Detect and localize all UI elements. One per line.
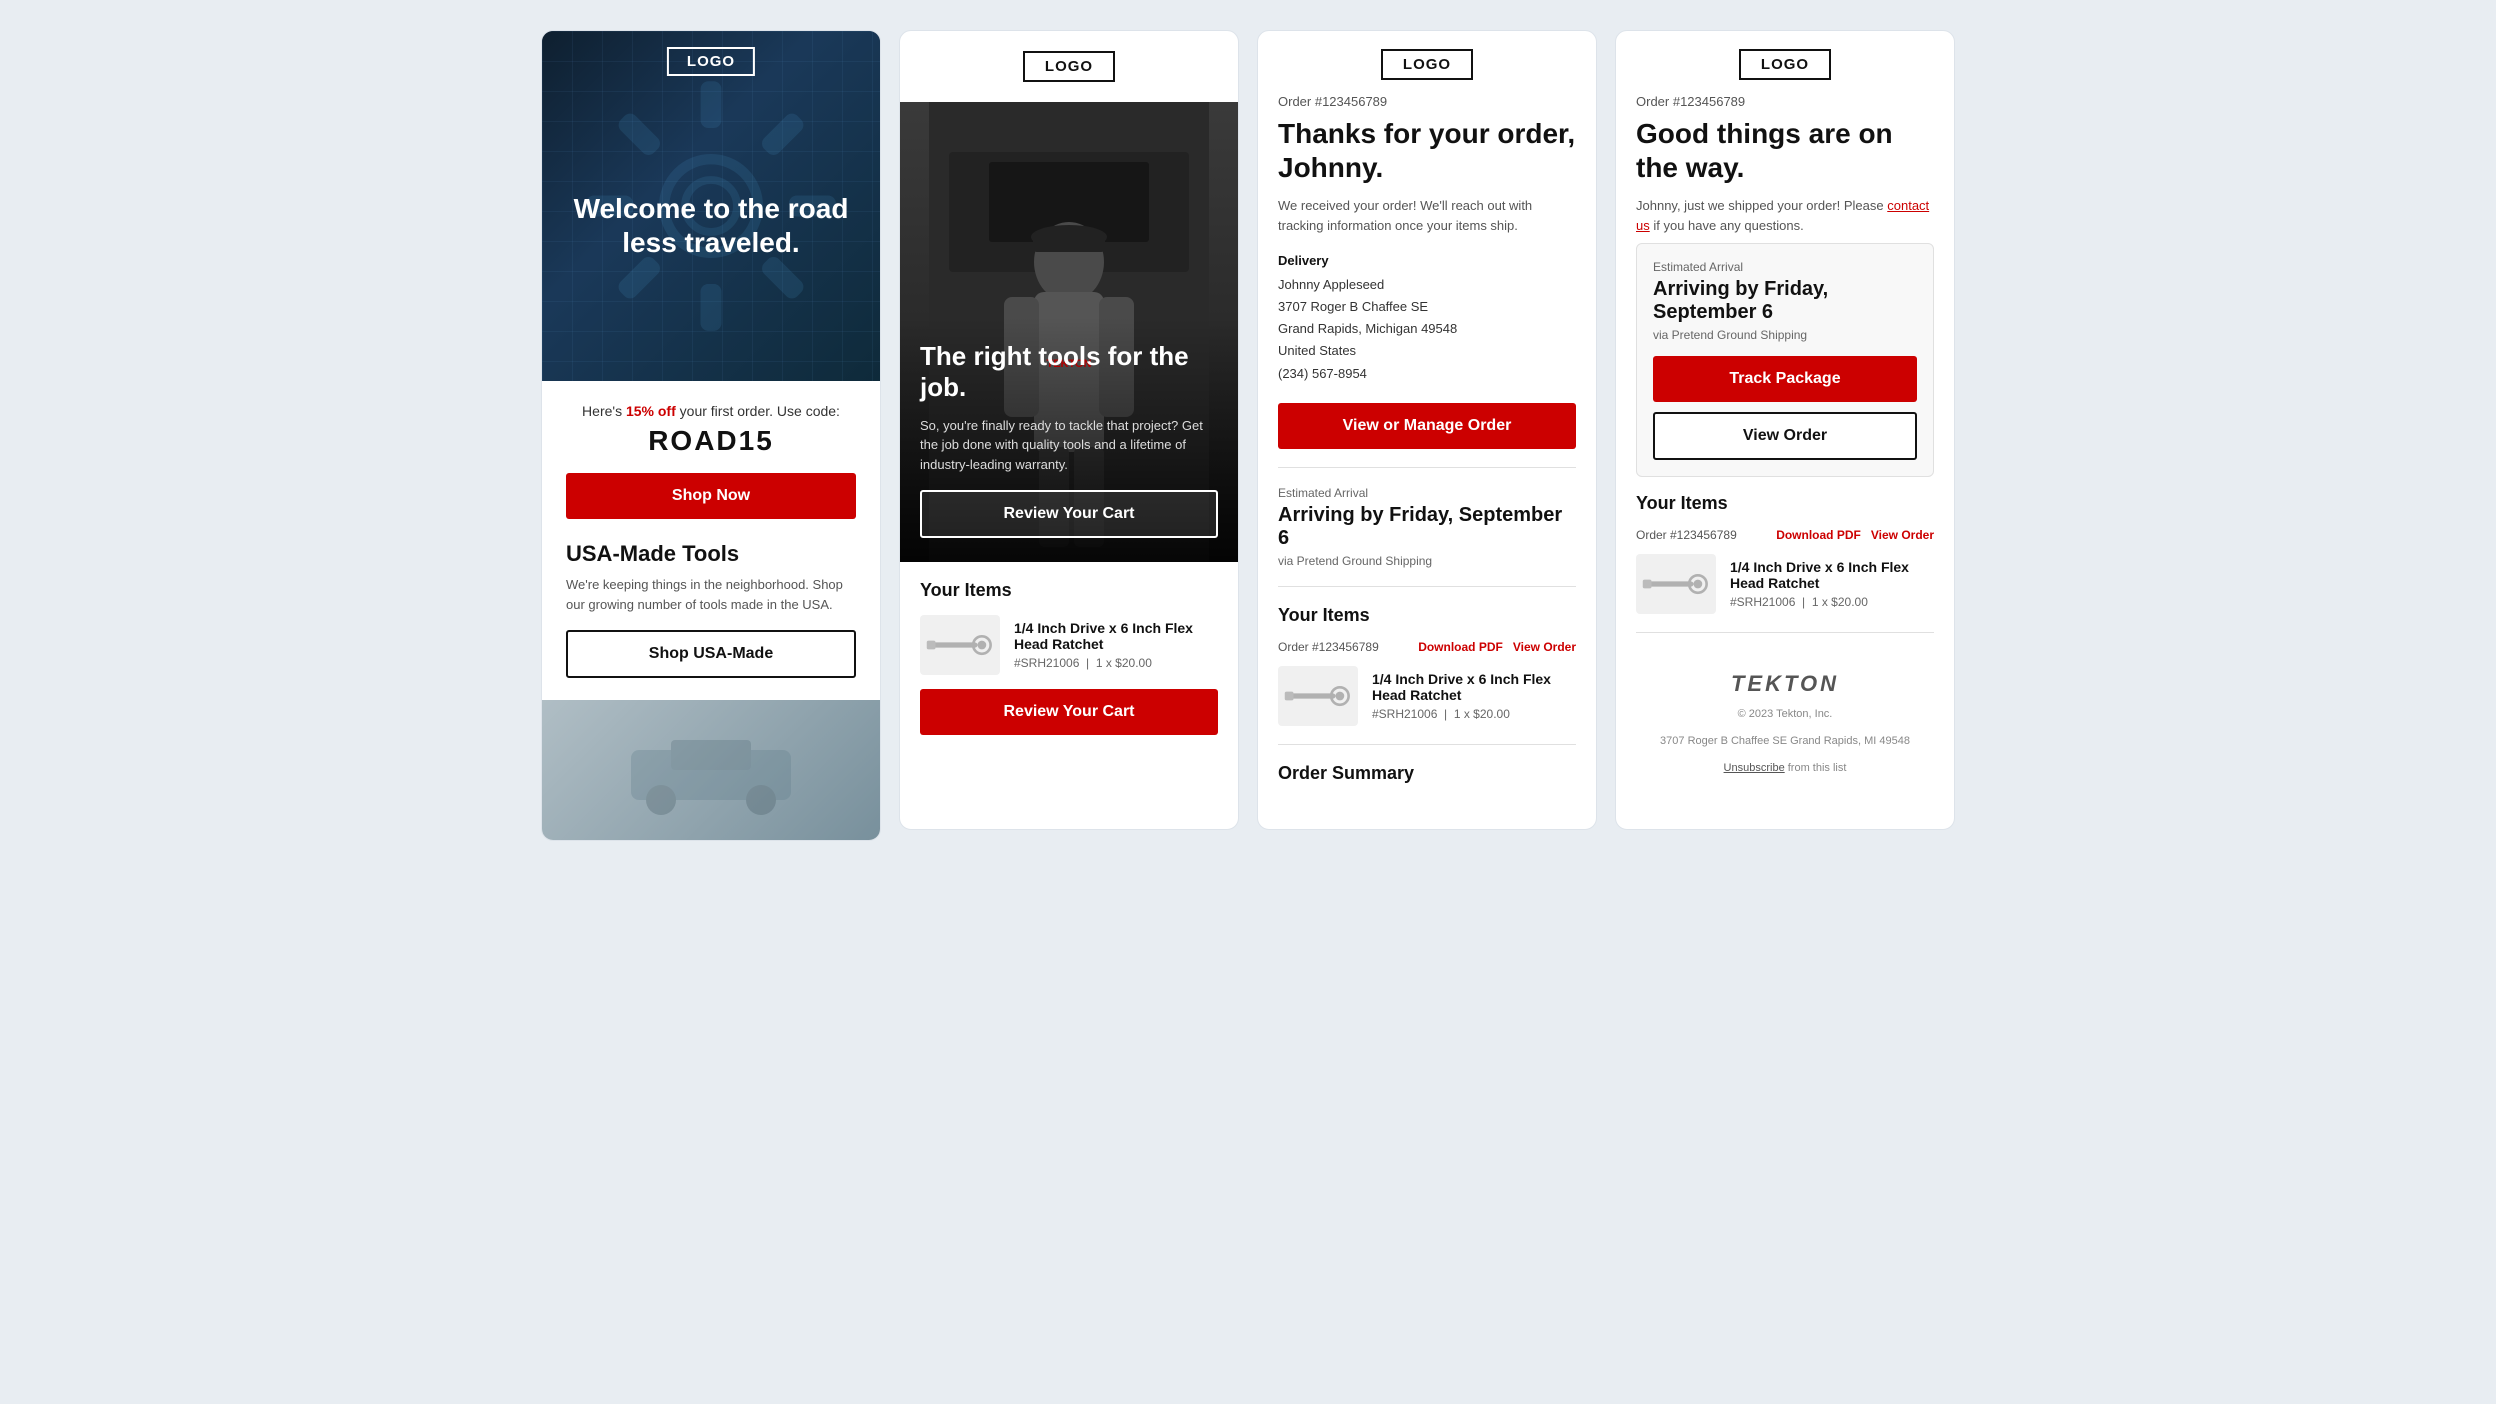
section-divider-2 bbox=[1278, 586, 1576, 587]
arrival-section: Estimated Arrival Arriving by Friday, Se… bbox=[1278, 486, 1576, 568]
view-order-link[interactable]: View Order bbox=[1513, 640, 1576, 654]
estimated-arrival-label: Estimated Arrival bbox=[1653, 260, 1917, 274]
items-order-number: Order #123456789 bbox=[1278, 640, 1379, 654]
arrival-date: Arriving by Friday, September 6 bbox=[1653, 278, 1917, 324]
item-meta: #SRH21006 | 1 x $20.00 bbox=[1372, 707, 1576, 721]
tekton-logo: TEKTON bbox=[1636, 671, 1934, 697]
arrival-via: via Pretend Ground Shipping bbox=[1278, 554, 1576, 568]
delivery-phone: (234) 567-8954 bbox=[1278, 363, 1576, 385]
item-name: 1/4 Inch Drive x 6 Inch Flex Head Ratche… bbox=[1730, 559, 1934, 591]
usa-tools-heading: USA-Made Tools bbox=[566, 541, 856, 567]
order-number: Order #123456789 bbox=[1278, 94, 1576, 109]
tekton-brand-section: TEKTON © 2023 Tekton, Inc. 3707 Roger B … bbox=[1636, 651, 1934, 787]
delivery-label: Delivery bbox=[1278, 253, 1576, 268]
item-meta: #SRH21006 | 1 x $20.00 bbox=[1730, 595, 1934, 609]
review-cart-hero-button[interactable]: Review Your Cart bbox=[920, 490, 1218, 538]
delivery-address1: 3707 Roger B Chaffee SE bbox=[1278, 296, 1576, 318]
bottom-image bbox=[542, 700, 880, 840]
promo-code: ROAD15 bbox=[566, 425, 856, 457]
your-items-heading: Your Items bbox=[1278, 605, 1576, 626]
card2-header: LOGO bbox=[900, 31, 1238, 102]
card1-content: Here's 15% off your first order. Use cod… bbox=[542, 381, 880, 700]
hero-title: The right tools for the job. bbox=[920, 341, 1218, 403]
delivery-city: Grand Rapids, Michigan 49548 bbox=[1278, 318, 1576, 340]
items-header: Order #123456789 Download PDF View Order bbox=[1636, 528, 1934, 542]
logo: LOGO bbox=[1739, 49, 1831, 80]
track-package-button[interactable]: Track Package bbox=[1653, 356, 1917, 402]
items-header: Order #123456789 Download PDF View Order bbox=[1278, 640, 1576, 654]
hero-subtitle: So, you're finally ready to tackle that … bbox=[920, 416, 1218, 475]
item-image bbox=[920, 615, 1000, 675]
item-name: 1/4 Inch Drive x 6 Inch Flex Head Ratche… bbox=[1014, 620, 1218, 652]
usa-tools-description: We're keeping things in the neighborhood… bbox=[566, 575, 856, 614]
footer-unsubscribe: Unsubscribe from this list bbox=[1636, 759, 1934, 778]
hero-overlay: The right tools for the job. So, you're … bbox=[900, 317, 1238, 562]
promo-text: Here's 15% off your first order. Use cod… bbox=[566, 403, 856, 419]
order-item-row: 1/4 Inch Drive x 6 Inch Flex Head Ratche… bbox=[1278, 666, 1576, 726]
logo: LOGO bbox=[667, 47, 755, 76]
estimated-arrival-label: Estimated Arrival bbox=[1278, 486, 1576, 500]
discount-highlight: 15% off bbox=[626, 403, 676, 419]
order-confirm-subtitle: We received your order! We'll reach out … bbox=[1278, 196, 1576, 235]
card4-body: Order #123456789 Good things are on the … bbox=[1616, 94, 1954, 807]
item-image bbox=[1278, 666, 1358, 726]
arrival-date: Arriving by Friday, September 6 bbox=[1278, 504, 1576, 550]
cart-item-row: 1/4 Inch Drive x 6 Inch Flex Head Ratche… bbox=[920, 615, 1218, 675]
items-links: Download PDF View Order bbox=[1776, 528, 1934, 542]
hero-headline: Welcome to the road less traveled. bbox=[542, 192, 880, 259]
shipped-title: Good things are on the way. bbox=[1636, 117, 1934, 184]
items-links: Download PDF View Order bbox=[1418, 640, 1576, 654]
item-details: 1/4 Inch Drive x 6 Inch Flex Head Ratche… bbox=[1730, 559, 1934, 609]
item-details: 1/4 Inch Drive x 6 Inch Flex Head Ratche… bbox=[1014, 620, 1218, 670]
review-cart-bottom-button[interactable]: Review Your Cart bbox=[920, 689, 1218, 735]
email-card-shipped: LOGO Order #123456789 Good things are on… bbox=[1615, 30, 1955, 830]
item-name: 1/4 Inch Drive x 6 Inch Flex Head Ratche… bbox=[1372, 671, 1576, 703]
section-divider bbox=[1278, 467, 1576, 468]
hero-section: LOGO Welcome to the road less traveled. bbox=[542, 31, 880, 381]
view-order-button[interactable]: View Order bbox=[1653, 412, 1917, 460]
card4-header: LOGO bbox=[1616, 31, 1954, 94]
card3-body: Order #123456789 Thanks for your order, … bbox=[1258, 94, 1596, 818]
logo: LOGO bbox=[1381, 49, 1473, 80]
email-card-order-confirm: LOGO Order #123456789 Thanks for your or… bbox=[1257, 30, 1597, 830]
order-confirm-title: Thanks for your order, Johnny. bbox=[1278, 117, 1576, 184]
delivery-name: Johnny Appleseed bbox=[1278, 274, 1576, 296]
shipped-subtitle: Johnny, just we shipped your order! Plea… bbox=[1636, 196, 1934, 235]
item-meta: #SRH21006 | 1 x $20.00 bbox=[1014, 656, 1218, 670]
order-summary-heading: Order Summary bbox=[1278, 763, 1576, 784]
delivery-country: United States bbox=[1278, 340, 1576, 362]
footer-copyright: © 2023 Tekton, Inc. bbox=[1636, 705, 1934, 724]
view-order-link[interactable]: View Order bbox=[1871, 528, 1934, 542]
download-pdf-link[interactable]: Download PDF bbox=[1776, 528, 1861, 542]
your-items-heading: Your Items bbox=[1636, 493, 1934, 514]
shop-usa-button[interactable]: Shop USA-Made bbox=[566, 630, 856, 678]
view-manage-order-button[interactable]: View or Manage Order bbox=[1278, 403, 1576, 449]
item-image bbox=[1636, 554, 1716, 614]
footer-address: 3707 Roger B Chaffee SE Grand Rapids, MI… bbox=[1636, 732, 1934, 751]
arrival-via: via Pretend Ground Shipping bbox=[1653, 328, 1917, 342]
arrival-card: Estimated Arrival Arriving by Friday, Se… bbox=[1636, 243, 1934, 477]
card2-hero: TEKTON The right tools for the job. So, … bbox=[900, 102, 1238, 562]
order-number: Order #123456789 bbox=[1636, 94, 1934, 109]
download-pdf-link[interactable]: Download PDF bbox=[1418, 640, 1503, 654]
item-details: 1/4 Inch Drive x 6 Inch Flex Head Ratche… bbox=[1372, 671, 1576, 721]
your-items-heading: Your Items bbox=[920, 580, 1218, 601]
footer-divider bbox=[1636, 632, 1934, 633]
email-card-welcome: LOGO Welcome to the road less traveled. … bbox=[541, 30, 881, 841]
shipped-item-row: 1/4 Inch Drive x 6 Inch Flex Head Ratche… bbox=[1636, 554, 1934, 614]
delivery-info: Johnny Appleseed 3707 Roger B Chaffee SE… bbox=[1278, 274, 1576, 384]
items-order-number: Order #123456789 bbox=[1636, 528, 1737, 542]
unsubscribe-link[interactable]: Unsubscribe bbox=[1724, 762, 1785, 774]
section-divider-3 bbox=[1278, 744, 1576, 745]
logo: LOGO bbox=[1023, 51, 1115, 82]
shop-now-button[interactable]: Shop Now bbox=[566, 473, 856, 519]
card3-header: LOGO bbox=[1258, 31, 1596, 94]
email-card-cart: LOGO TEKTON bbox=[899, 30, 1239, 830]
card2-body: Your Items 1/4 Inch Drive x 6 Inch Flex … bbox=[900, 562, 1238, 753]
delivery-section: Delivery Johnny Appleseed 3707 Roger B C… bbox=[1278, 253, 1576, 384]
